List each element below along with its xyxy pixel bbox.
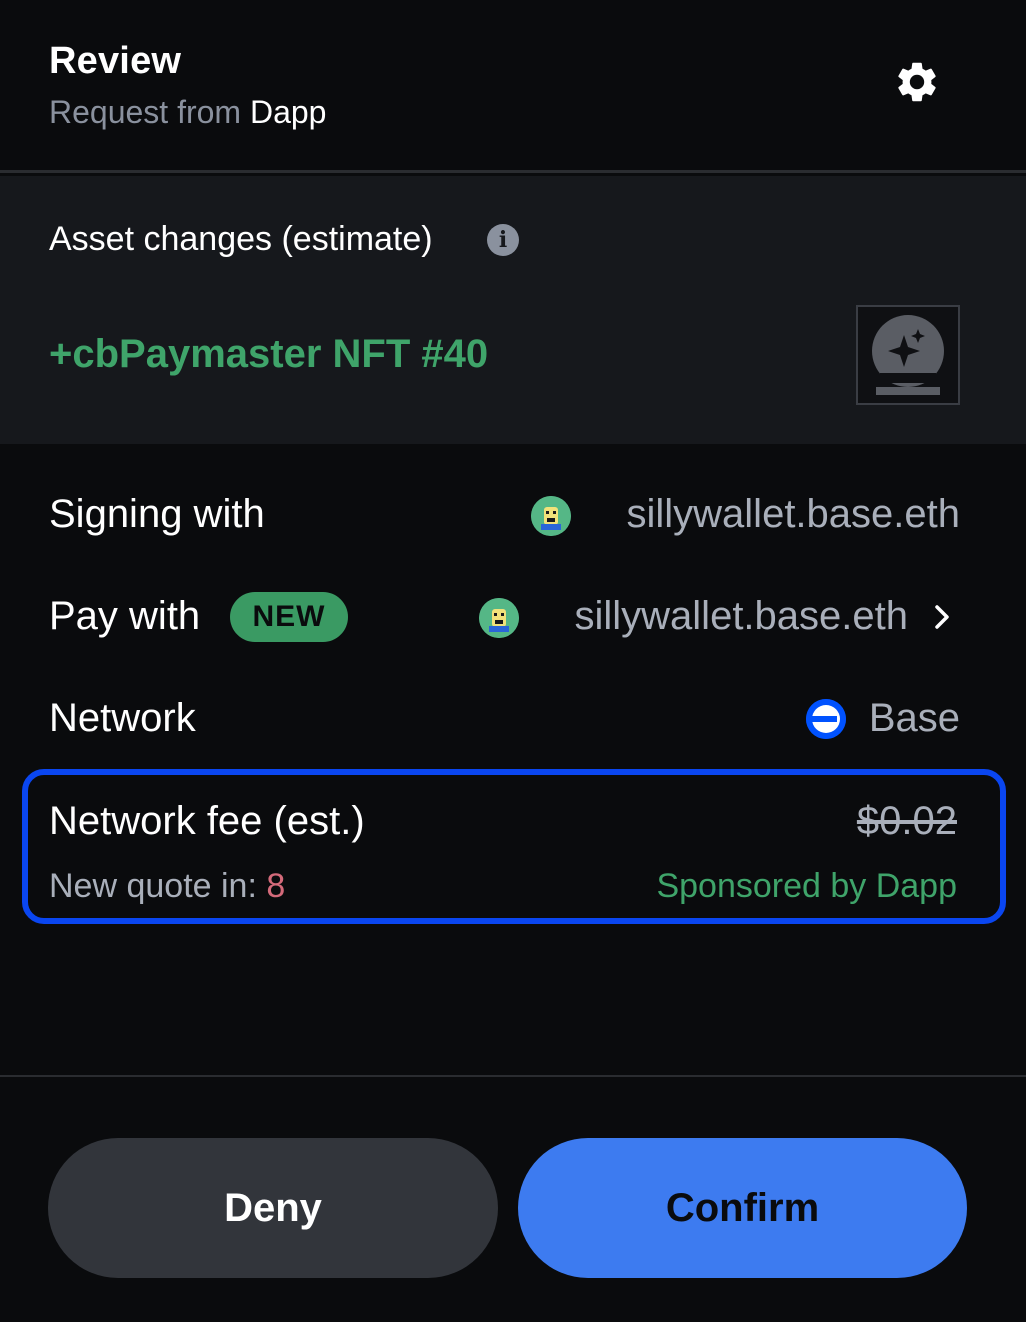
base-network-icon bbox=[806, 699, 846, 739]
dapp-name: Dapp bbox=[249, 94, 327, 130]
network-value: Base bbox=[868, 696, 960, 740]
network-fee-label: Network fee (est.) bbox=[49, 799, 365, 843]
header: Review Request from Dapp bbox=[0, 0, 1026, 173]
signing-with-label: Signing with bbox=[49, 492, 265, 536]
base-logo-icon bbox=[806, 699, 846, 739]
pay-account[interactable]: sillywallet.base.eth bbox=[575, 594, 909, 639]
signing-avatar bbox=[531, 496, 571, 536]
review-screen: Review Request from Dapp Asset changes (… bbox=[0, 0, 1026, 1322]
sponsored-label: Sponsored by Dapp bbox=[656, 867, 957, 905]
asset-changes-section: Asset changes (estimate) i +cbPaymaster … bbox=[0, 176, 1026, 444]
pay-avatar[interactable] bbox=[479, 598, 519, 638]
network-fee-card[interactable]: Network fee (est.) $0.02 New quote in: 8… bbox=[22, 769, 1006, 924]
new-badge: NEW bbox=[230, 592, 348, 642]
footer-divider bbox=[0, 1075, 1026, 1077]
asset-changes-title: Asset changes (estimate) bbox=[49, 220, 433, 258]
confirm-button[interactable]: Confirm bbox=[518, 1138, 967, 1278]
sparkle-orb-icon bbox=[872, 315, 944, 395]
pay-with-label: Pay with bbox=[49, 594, 201, 638]
signing-account: sillywallet.base.eth bbox=[626, 492, 961, 536]
deny-button[interactable]: Deny bbox=[48, 1138, 498, 1278]
page-subtitle: Request from Dapp bbox=[49, 94, 326, 131]
nft-name: +cbPaymaster NFT #40 bbox=[49, 332, 489, 376]
info-icon[interactable]: i bbox=[487, 224, 519, 256]
page-title: Review bbox=[49, 40, 182, 82]
quote-timer: New quote in: 8 bbox=[49, 867, 285, 906]
chevron-right-icon[interactable] bbox=[932, 601, 954, 633]
quote-label: New quote in: bbox=[49, 867, 267, 905]
subtitle-prefix: Request from bbox=[49, 94, 250, 130]
gear-icon[interactable] bbox=[893, 58, 941, 106]
nft-thumbnail bbox=[856, 305, 960, 405]
network-label: Network bbox=[49, 696, 196, 740]
network-fee-original-amount: $0.02 bbox=[856, 799, 957, 843]
avatar-icon bbox=[479, 598, 519, 638]
avatar-icon bbox=[531, 496, 571, 536]
quote-countdown: 8 bbox=[266, 867, 286, 905]
